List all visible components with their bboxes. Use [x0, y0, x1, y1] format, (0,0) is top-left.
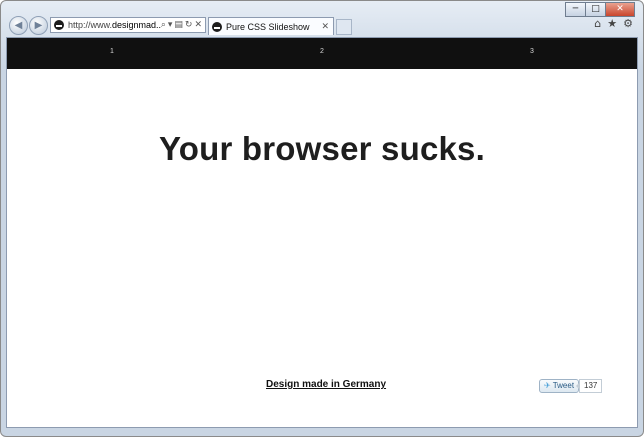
- tab-active[interactable]: Pure CSS Slideshow ✕: [208, 17, 334, 35]
- tweet-label: Tweet: [552, 381, 575, 390]
- browser-toolbar: ◀ ▶ http://www.designmad... ⌕ ▾ ▤ ↻ ✕ Pu…: [1, 15, 643, 37]
- slide-link-1[interactable]: 1: [7, 38, 217, 69]
- page-headline: Your browser sucks.: [159, 130, 485, 167]
- page-content: 1 2 3 Your browser sucks. Design made in…: [6, 37, 638, 428]
- slide-link-2[interactable]: 2: [217, 38, 427, 69]
- tab-title: Pure CSS Slideshow: [226, 21, 310, 32]
- slide-link-3[interactable]: 3: [427, 38, 637, 69]
- twitter-bird-icon: ✈: [544, 381, 551, 390]
- slide-nav: 1 2 3: [7, 38, 637, 69]
- address-text[interactable]: http://www.designmad...: [68, 20, 161, 30]
- stop-icon[interactable]: ✕: [194, 20, 202, 30]
- compatibility-view-icon[interactable]: ▤: [174, 20, 183, 30]
- tab-favicon-icon: [212, 21, 222, 32]
- tools-gear-icon[interactable]: ⚙: [623, 17, 633, 30]
- forward-button[interactable]: ▶: [29, 16, 48, 35]
- new-tab-button[interactable]: [336, 19, 352, 35]
- browser-window: ─ □ ✕ ◀ ▶ http://www.designmad... ⌕ ▾ ▤ …: [0, 0, 644, 437]
- tab-close-icon[interactable]: ✕: [321, 22, 329, 32]
- favorites-star-icon[interactable]: ★: [607, 17, 617, 30]
- search-icon[interactable]: ⌕: [161, 20, 166, 30]
- back-button[interactable]: ◀: [9, 16, 28, 35]
- tweet-count-badge: 137: [575, 379, 603, 393]
- address-bar-icons: ⌕ ▾ ▤ ↻ ✕: [161, 20, 202, 30]
- command-icons: ⌂ ★ ⚙: [594, 17, 633, 30]
- address-bar[interactable]: http://www.designmad... ⌕ ▾ ▤ ↻ ✕: [50, 17, 206, 33]
- address-host: designmad...: [112, 20, 161, 30]
- refresh-icon[interactable]: ↻: [185, 20, 193, 30]
- home-icon[interactable]: ⌂: [594, 17, 601, 30]
- dropdown-icon[interactable]: ▾: [168, 20, 173, 30]
- tweet-button[interactable]: ✈ Tweet: [539, 379, 580, 393]
- site-favicon-icon: [54, 20, 64, 30]
- design-credit-link[interactable]: Design made in Germany: [266, 379, 386, 390]
- address-prefix: http://www.: [68, 20, 113, 30]
